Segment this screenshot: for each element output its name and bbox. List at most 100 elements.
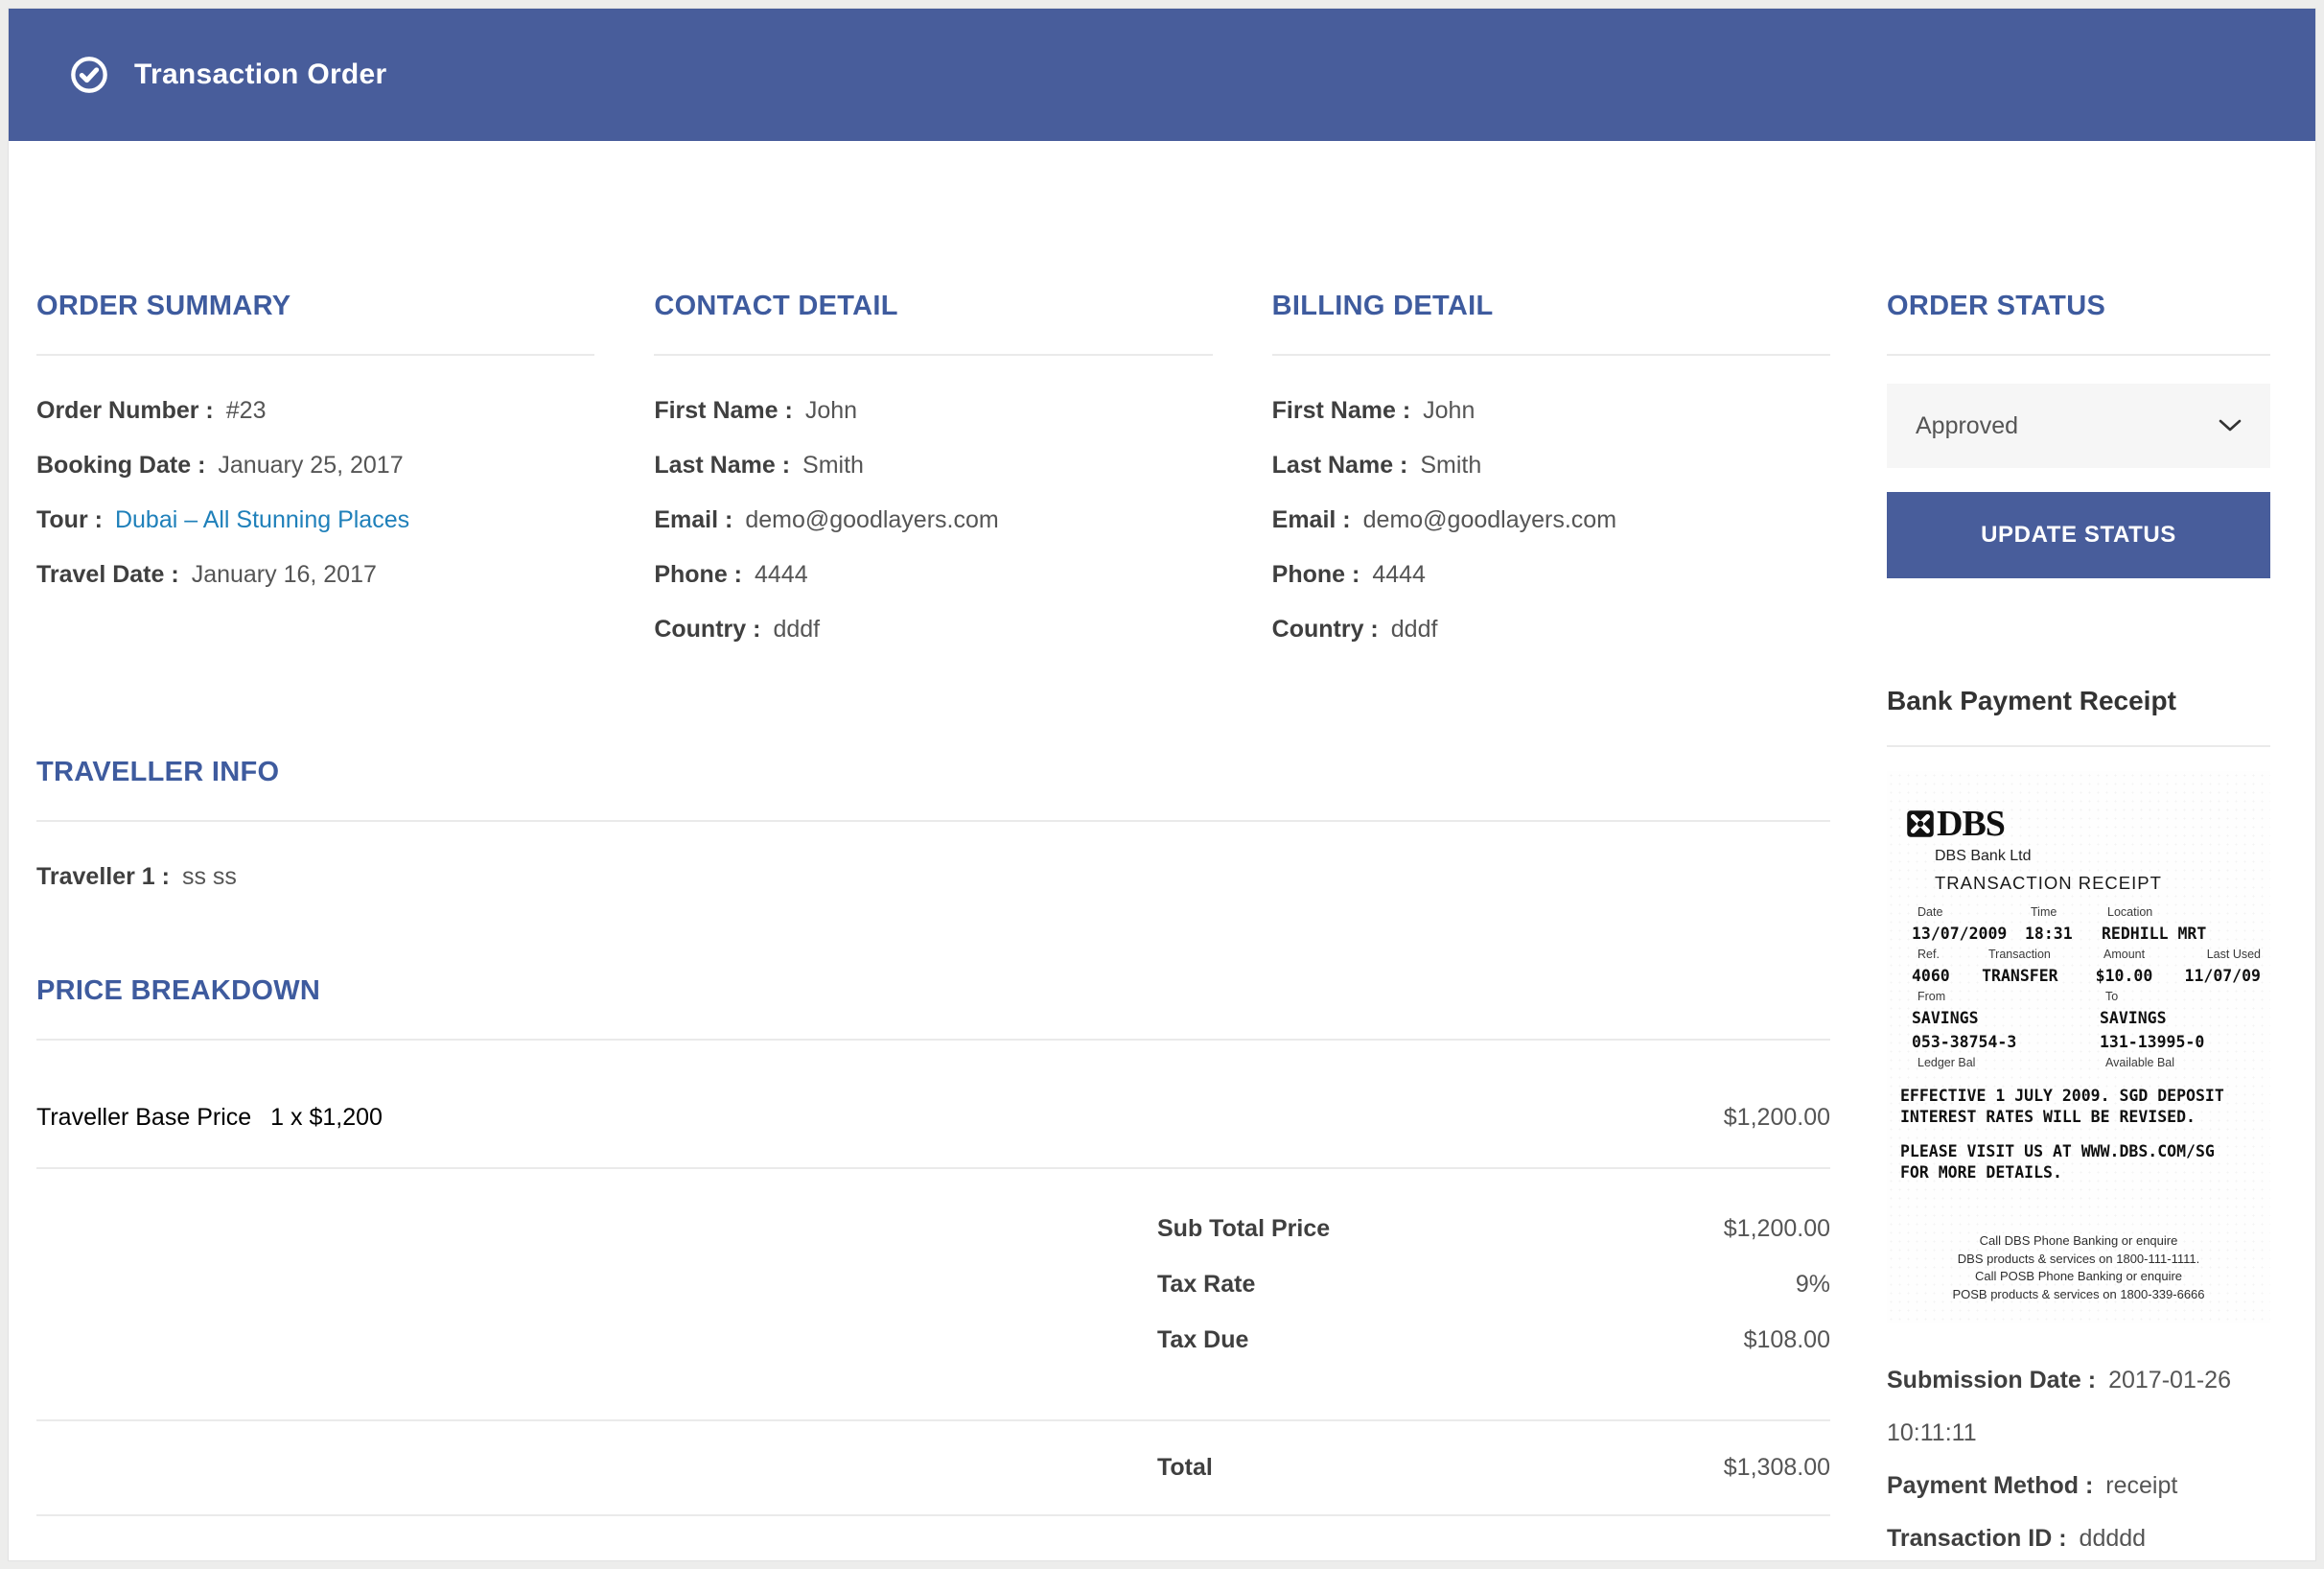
receipt-value: 18:31 [2025,922,2102,946]
field-label: Booking Date : [36,452,205,479]
total-row: Total $1,308.00 [36,1421,1830,1514]
receipt-label: Date [1912,903,2031,922]
divider [1272,354,1830,356]
receipt-value: $10.00 [2096,964,2185,988]
receipt-values-row: 13/07/2009 18:31 REDHILL MRT [1893,922,2265,946]
contact-country-field: Country :dddf [654,602,1212,657]
transaction-order-card: Transaction Order ORDER SUMMARY Order Nu… [8,8,2316,1561]
receipt-label: From [1912,988,2105,1006]
page-title: Transaction Order [134,59,387,91]
tax-rate-value: 9% [1796,1256,1830,1312]
receipt-footer-text: Call DBS Phone Banking or enquire DBS pr… [1893,1232,2265,1303]
receipt-logo-row: DBS [1906,804,2265,844]
field-label: First Name : [654,397,792,424]
receipt-value: 13/07/2009 [1912,922,2025,946]
booking-date-field: Booking Date : January 25, 2017 [36,438,594,493]
receipt-value: 053-38754-3 [1912,1030,2100,1054]
receipt-label: Transaction [1988,946,2103,964]
receipt-value: 4060 [1912,964,1982,988]
receipt-labels-row: Ref. Transaction Amount Last Used [1893,946,2265,964]
field-label: Tour : [36,506,103,533]
receipt-values-row: 4060 TRANSFER $10.00 11/07/09 [1893,964,2265,988]
field-value: January 25, 2017 [218,452,403,479]
check-circle-icon [70,56,108,94]
field-value: dddf [1391,616,1438,643]
field-value: receipt [2105,1472,2177,1499]
bank-payment-receipt-image: DBS DBS Bank Ltd TRANSACTION RECEIPT Dat… [1887,771,2270,1323]
receipt-values-row: 053-38754-3 131-13995-0 [1893,1030,2265,1054]
receipt-label: Amount [2103,946,2194,964]
field-label: Last Name : [654,452,790,479]
sidebar: ORDER STATUS Approved UPDATE STATUS Bank… [1887,291,2270,1561]
price-item-detail: 1 x $1,200 [270,1104,383,1131]
order-status-select[interactable]: Approved [1887,384,2270,468]
receipt-label: Available Bal [2105,1054,2265,1072]
submission-date-field: Submission Date :2017-01-26 10:11:11 [1887,1354,2270,1460]
receipt-value: TRANSFER [1982,964,2096,988]
tax-rate-row: Tax Rate 9% [36,1256,1830,1312]
contact-last-name-field: Last Name : Smith [654,438,1212,493]
subtotal-value: $1,200.00 [1724,1201,1830,1256]
contact-email-field: Email :demo@goodlayers.com [654,493,1212,548]
order-status-selected-value: Approved [1916,412,2018,440]
billing-phone-field: Phone :4444 [1272,548,1830,602]
order-number-field: Order Number :#23 [36,384,594,438]
field-value: #23 [226,397,267,424]
dbs-logo-icon [1906,809,1935,838]
receipt-value: 11/07/09 [2185,964,2265,988]
price-item-amount: $1,200.00 [1724,1091,1830,1144]
price-item-row: Traveller Base Price 1 x $1,200 $1,200.00 [36,1068,1830,1167]
receipt-labels-row: Date Time Location [1893,903,2265,922]
receipt-title: TRANSACTION RECEIPT [1935,873,2265,894]
field-label: Transaction ID : [1887,1525,2067,1552]
price-item-label: Traveller Base Price [36,1104,251,1131]
receipt-bank-name: DBS Bank Ltd [1935,848,2265,865]
traveller-1-field: Traveller 1 :ss ss [36,850,1830,904]
field-value: 4444 [755,561,808,588]
field-value: demo@goodlayers.com [745,506,998,533]
receipt-bank-logo-text: DBS [1937,803,2005,845]
receipt-values-row: SAVINGS SAVINGS [1893,1006,2265,1030]
tax-due-value: $108.00 [1744,1312,1830,1368]
field-value: John [805,397,857,424]
divider [36,820,1830,822]
page-content: ORDER SUMMARY Order Number :#23 Booking … [9,141,2315,1561]
payment-method-field: Payment Method :receipt [1887,1460,2270,1512]
receipt-label: Last Used [2207,946,2265,964]
update-status-button[interactable]: UPDATE STATUS [1887,492,2270,578]
field-value: Smith [802,452,864,479]
receipt-label: Ledger Bal [1912,1054,2105,1072]
tour-link[interactable]: Dubai – All Stunning Places [115,506,409,533]
field-value: ddddd [2080,1525,2147,1552]
billing-detail-section: BILLING DETAIL First Name :John Last Nam… [1272,291,1830,657]
total-value: $1,308.00 [1724,1441,1830,1494]
receipt-label: Location [2107,903,2265,922]
order-status-heading: ORDER STATUS [1887,291,2270,322]
divider [36,1514,1830,1516]
receipt-value: SAVINGS [1912,1006,2100,1030]
tax-due-row: Tax Due $108.00 [36,1312,1830,1368]
tax-due-label: Tax Due [1157,1312,1248,1368]
field-value: ss ss [182,863,237,890]
receipt-notice-1: EFFECTIVE 1 JULY 2009. SGD DEPOSIT INTER… [1900,1086,2265,1128]
subtotal-label: Sub Total Price [1157,1201,1330,1256]
field-label: Country : [1272,616,1379,643]
divider [36,354,594,356]
detail-columns: ORDER SUMMARY Order Number :#23 Booking … [36,291,1830,657]
total-label: Total [1157,1441,1213,1494]
transaction-id-field: Transaction ID : ddddd [1887,1512,2270,1561]
billing-last-name-field: Last Name :Smith [1272,438,1830,493]
price-breakdown-heading: PRICE BREAKDOWN [36,975,1830,1007]
divider [1887,745,2270,747]
main-column: ORDER SUMMARY Order Number :#23 Booking … [36,291,1830,1561]
receipt-value: 131-13995-0 [2100,1030,2265,1054]
field-label: Submission Date : [1887,1367,2096,1393]
contact-first-name-field: First Name : John [654,384,1212,438]
field-label: First Name : [1272,397,1410,424]
tour-field: Tour : Dubai – All Stunning Places [36,493,594,548]
receipt-value: REDHILL MRT [2102,922,2265,946]
field-label: Phone : [654,561,742,588]
field-label: Travel Date : [36,561,179,588]
field-value: 4444 [1372,561,1426,588]
order-summary-heading: ORDER SUMMARY [36,291,594,322]
